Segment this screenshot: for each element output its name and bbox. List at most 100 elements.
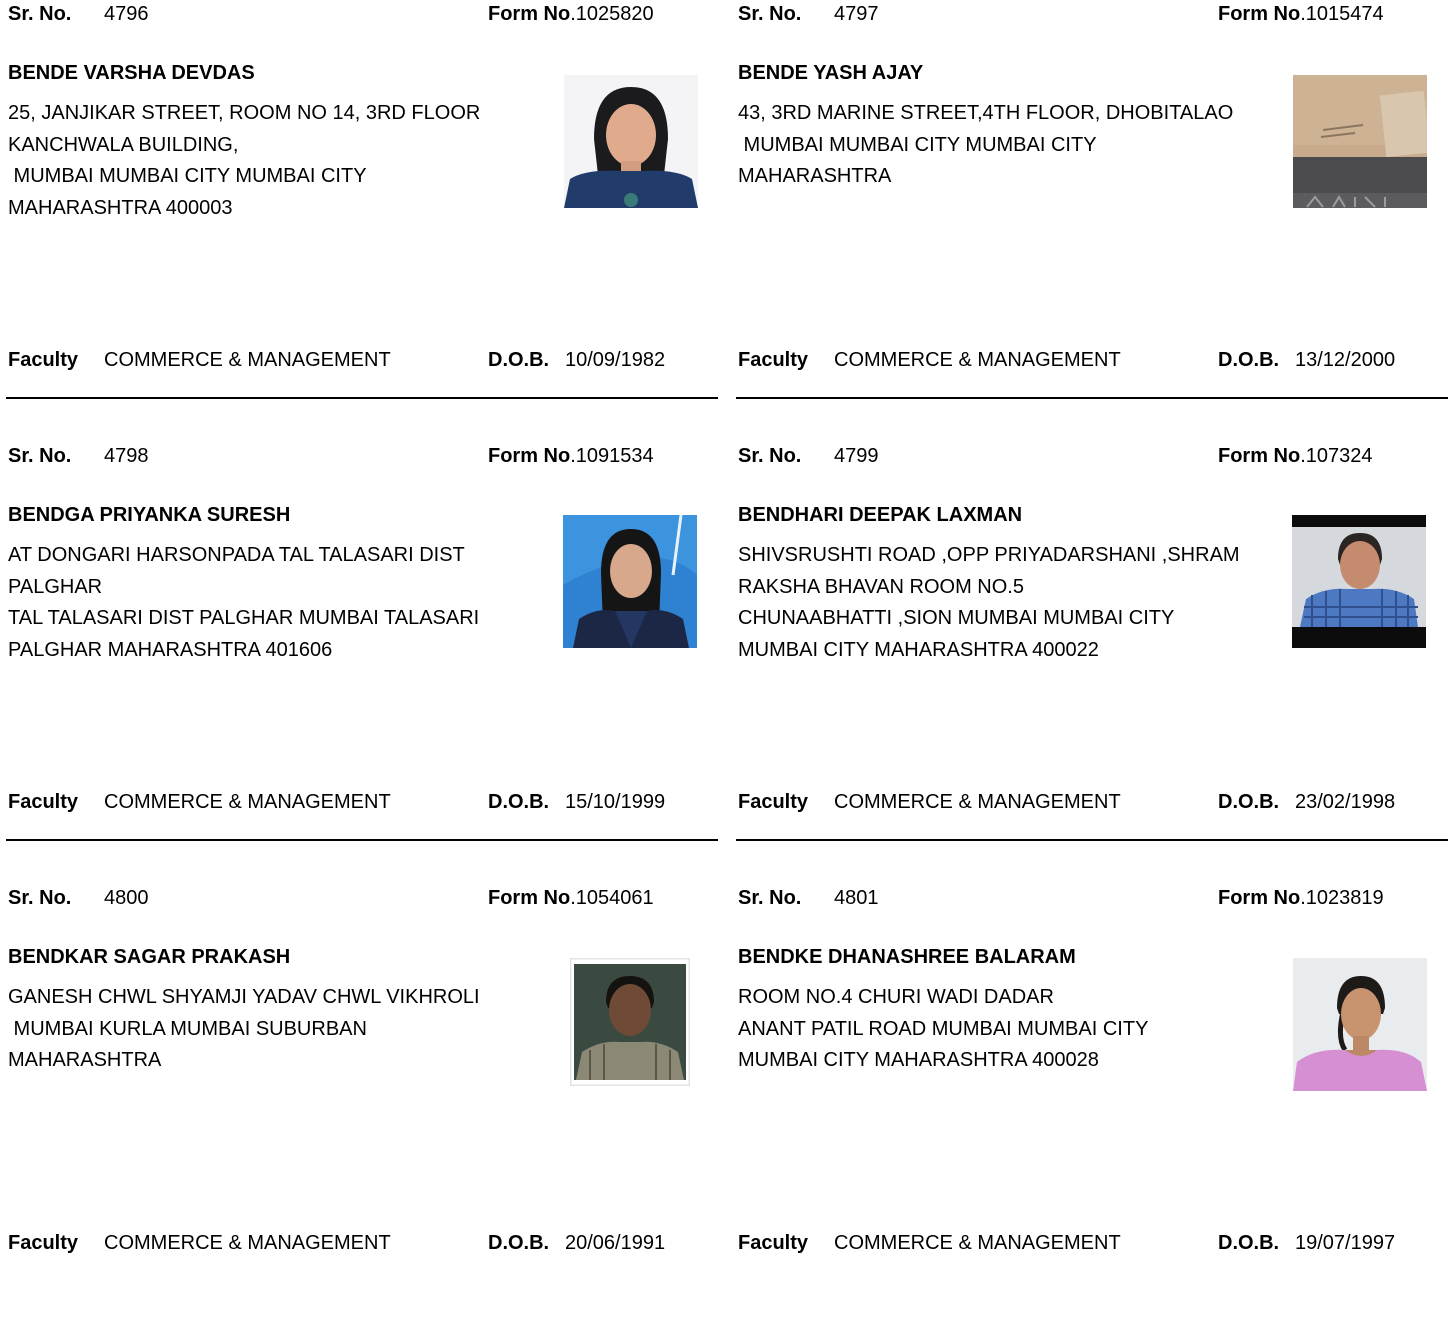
form-no-value: .1023819 [1300,887,1384,909]
sr-no-label: Sr. No. [738,3,802,25]
form-no-value: .1054061 [570,887,654,909]
sr-no-label: Sr. No. [738,887,802,909]
form-no-label: Form No [488,887,571,909]
dob-value: 20/06/1991 [565,1232,666,1254]
divider [6,397,718,399]
sr-no-value: 4798 [104,445,149,467]
form-no-label: Form No [488,445,571,467]
form-no: Form No.1091534 [488,445,654,468]
address-line: RAKSHA BHAVAN ROOM NO.5 [738,575,1024,598]
dob-value: 13/12/2000 [1295,349,1396,371]
woman-portrait-image [1293,958,1427,1091]
man-portrait-image [1292,515,1426,648]
address-line: ROOM NO.4 CHURI WADI DADAR [738,986,1054,1008]
faculty-value: COMMERCE & MANAGEMENT [104,1232,391,1254]
form-no: Form No.107324 [1218,445,1373,468]
man-portrait-image [570,958,690,1086]
address-line: AT DONGARI HARSONPADA TAL TALASARI DIST [8,544,465,566]
address-line: MAHARASHTRA [738,165,892,187]
dob-label: D.O.B. [1218,1232,1280,1254]
woman-portrait-image [563,515,697,648]
faculty-label: Faculty [738,349,809,371]
sr-no-label: Sr. No. [8,3,72,25]
sr-no-label: Sr. No. [8,887,72,909]
applicant-name: BENDE YASH AJAY [738,62,924,84]
faculty-label: Faculty [8,1232,79,1254]
address: 43, 3RD MARINE STREET,4TH FLOOR, DHOBITA… [738,98,1278,193]
faculty-value: COMMERCE & MANAGEMENT [104,791,391,813]
record-card: Sr. No. 4796 Form No.1025820 BENDE VARSH… [6,0,722,442]
record-card: Sr. No. 4801 Form No.1023819 BENDKE DHAN… [736,884,1452,1326]
address-line: 43, 3RD MARINE STREET,4TH FLOOR, DHOBITA… [738,102,1234,124]
dob-label: D.O.B. [488,791,550,813]
faculty-value: COMMERCE & MANAGEMENT [834,349,1121,371]
faculty-label: Faculty [738,1232,809,1254]
form-no-value: .1091534 [570,445,654,467]
address-line: MUMBAI CITY MAHARASHTRA 400022 [738,638,1099,661]
applicant-name: BENDKAR SAGAR PRAKASH [8,946,291,968]
woman-portrait-image [564,75,698,208]
form-no: Form No.1054061 [488,887,654,910]
faculty-value: COMMERCE & MANAGEMENT [834,791,1121,813]
record-card: Sr. No. 4798 Form No.1091534 BENDGA PRIY… [6,442,722,884]
applicant-name: BENDKE DHANASHREE BALARAM [738,946,1076,968]
applicant-photo [563,515,697,648]
record-card: Sr. No. 4797 Form No.1015474 BENDE YASH … [736,0,1452,442]
applicant-photo [570,958,690,1086]
dob-value: 10/09/1982 [565,349,666,371]
dob-value: 19/07/1997 [1295,1232,1396,1254]
applicant-photo [1292,515,1426,648]
record-card: Sr. No. 4800 Form No.1054061 BENDKAR SAG… [6,884,722,1326]
address-line: PALGHAR MAHARASHTRA 401606 [8,638,333,661]
record-card: Sr. No. 4799 Form No.107324 BENDHARI DEE… [736,442,1452,884]
faculty-label: Faculty [8,349,79,371]
applicant-name: BENDHARI DEEPAK LAXMAN [738,504,1023,526]
address-line: GANESH CHWL SHYAMJI YADAV CHWL VIKHROLI [8,986,480,1008]
address-line: TAL TALASARI DIST PALGHAR MUMBAI TALASAR… [8,607,480,629]
address: AT DONGARI HARSONPADA TAL TALASARI DIST … [8,540,548,666]
applicant-name: BENDGA PRIYANKA SURESH [8,504,291,526]
address: 25, JANJIKAR STREET, ROOM NO 14, 3RD FLO… [8,98,548,224]
address: ROOM NO.4 CHURI WADI DADAR ANANT PATIL R… [738,982,1278,1077]
form-no: Form No.1023819 [1218,887,1384,910]
form-no-label: Form No [1218,887,1301,909]
dob-value: 23/02/1998 [1295,791,1396,813]
address-line: SHIVSRUSHTI ROAD ,OPP PRIYADARSHANI ,SHR… [738,544,1240,566]
address-line: MUMBAI KURLA MUMBAI SUBURBAN [8,1017,367,1040]
dob-label: D.O.B. [488,1232,550,1254]
sr-no-value: 4796 [104,3,149,25]
divider [6,839,718,841]
faculty-value: COMMERCE & MANAGEMENT [834,1232,1121,1254]
form-no: Form No.1025820 [488,3,654,26]
dob-label: D.O.B. [1218,791,1280,813]
dob-value: 15/10/1999 [565,791,666,813]
address-line: KANCHWALA BUILDING, [8,133,239,156]
sr-no-value: 4801 [834,887,879,909]
sr-no-value: 4799 [834,445,879,467]
sr-no-label: Sr. No. [738,445,802,467]
address-line: MUMBAI MUMBAI CITY MUMBAI CITY [8,165,367,187]
divider [736,839,1448,841]
sr-no-value: 4797 [834,3,879,25]
address-line: MAHARASHTRA 400003 [8,196,233,219]
dob-label: D.O.B. [488,349,550,371]
dob-label: D.O.B. [1218,349,1280,371]
form-no-label: Form No [1218,445,1301,467]
address: GANESH CHWL SHYAMJI YADAV CHWL VIKHROLI … [8,982,548,1077]
form-no: Form No.1015474 [1218,3,1384,26]
faculty-label: Faculty [738,791,809,813]
faculty-value: COMMERCE & MANAGEMENT [104,349,391,371]
address-line: PALGHAR [8,575,103,598]
applicant-photo [564,75,698,208]
address-line: MUMBAI CITY MAHARASHTRA 400028 [738,1049,1099,1071]
paper-bag-image [1293,75,1427,208]
divider [736,397,1448,399]
sr-no-label: Sr. No. [8,445,72,467]
faculty-label: Faculty [8,791,79,813]
form-no-label: Form No [1218,3,1301,25]
address-line: CHUNAABHATTI ,SION MUMBAI MUMBAI CITY [738,607,1175,629]
applicant-photo [1293,75,1427,208]
applicant-photo [1293,958,1427,1091]
form-no-label: Form No [488,3,571,25]
address: SHIVSRUSHTI ROAD ,OPP PRIYADARSHANI ,SHR… [738,540,1278,666]
